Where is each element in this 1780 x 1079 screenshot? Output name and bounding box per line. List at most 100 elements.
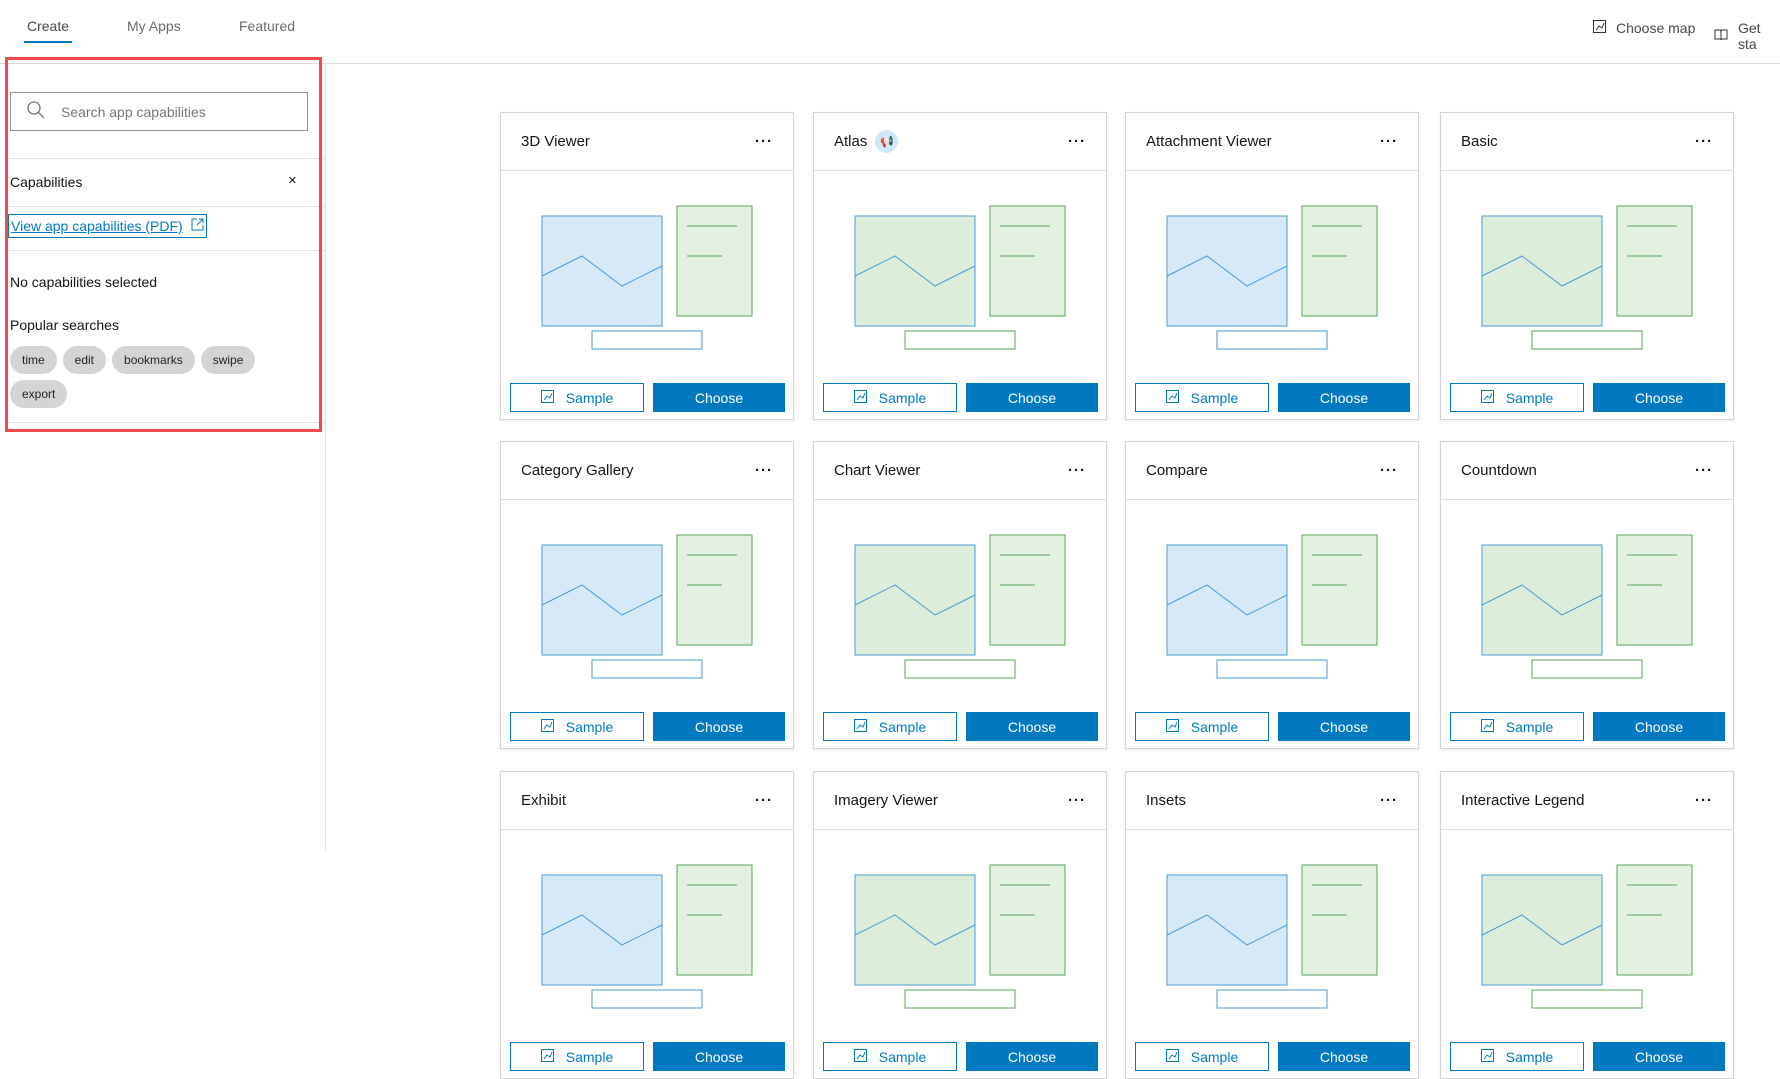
more-options-icon[interactable]: ···	[1695, 133, 1713, 150]
more-options-icon[interactable]: ···	[1380, 792, 1398, 809]
more-options-icon[interactable]: ···	[1380, 133, 1398, 150]
sample-label: Sample	[1190, 1048, 1239, 1065]
card-title: Interactive Legend	[1461, 792, 1585, 809]
choose-button[interactable]: Choose	[1278, 712, 1410, 741]
sample-button[interactable]: Sample	[1450, 383, 1584, 412]
app-card: Basic ··· Sample Choose	[1440, 112, 1734, 420]
more-options-icon[interactable]: ···	[755, 792, 773, 809]
app-illustration	[1441, 171, 1733, 381]
sample-label: Sample	[1190, 389, 1239, 406]
chip-time[interactable]: time	[10, 346, 57, 374]
choose-button[interactable]: Choose	[966, 1042, 1098, 1071]
tab-featured[interactable]: Featured	[239, 18, 295, 34]
more-options-icon[interactable]: ···	[755, 462, 773, 479]
sample-label: Sample	[878, 1048, 927, 1065]
card-title: Insets	[1146, 792, 1187, 809]
app-card: Countdown ··· Sample Choose	[1440, 441, 1734, 749]
app-card: Insets ··· Sample Choose	[1125, 771, 1419, 1079]
card-title: Chart Viewer	[834, 462, 921, 479]
no-capabilities-text: No capabilities selected	[10, 274, 158, 290]
close-icon[interactable]: ×	[288, 172, 297, 189]
choose-button[interactable]: Choose	[1593, 383, 1725, 412]
sample-button[interactable]: Sample	[1450, 712, 1584, 741]
choose-button[interactable]: Choose	[1593, 1042, 1725, 1071]
sample-label: Sample	[1190, 718, 1239, 735]
more-options-icon[interactable]: ···	[1695, 792, 1713, 809]
sample-button[interactable]: Sample	[823, 383, 957, 412]
choose-map-label: Choose map	[1616, 20, 1696, 36]
more-options-icon[interactable]: ···	[1068, 792, 1086, 809]
map-icon	[540, 389, 554, 406]
sample-button[interactable]: Sample	[1135, 712, 1269, 741]
sample-button[interactable]: Sample	[823, 1042, 957, 1071]
choose-button[interactable]: Choose	[1278, 383, 1410, 412]
get-started-button[interactable]: Get sta	[1714, 20, 1780, 52]
more-options-icon[interactable]: ···	[1068, 462, 1086, 479]
sample-button[interactable]: Sample	[1135, 1042, 1269, 1071]
map-icon	[1165, 1048, 1179, 1065]
choose-map-button[interactable]: Choose map	[1593, 20, 1695, 36]
sample-button[interactable]: Sample	[510, 1042, 644, 1071]
app-card: Chart Viewer ··· Sample Choose	[813, 441, 1107, 749]
chip-swipe[interactable]: swipe	[200, 346, 256, 374]
capabilities-search-input[interactable]: Search app capabilities	[10, 92, 308, 131]
chip-bookmarks[interactable]: bookmarks	[112, 346, 195, 374]
app-card: Compare ··· Sample Choose	[1125, 441, 1419, 749]
app-card: Atlas 📢 ··· Sample Choose	[813, 112, 1107, 420]
map-icon	[853, 389, 867, 406]
more-options-icon[interactable]: ···	[1380, 462, 1398, 479]
app-illustration	[501, 500, 793, 710]
app-card: Exhibit ··· Sample Choose	[500, 771, 794, 1079]
card-title: Imagery Viewer	[834, 792, 938, 809]
app-illustration	[501, 171, 793, 381]
card-title: Atlas	[834, 133, 868, 150]
app-illustration	[814, 171, 1106, 381]
sample-label: Sample	[1505, 718, 1554, 735]
top-nav: Create My Apps Featured Choose map Get s…	[0, 0, 1780, 64]
popular-search-chips: time edit bookmarks swipe export	[10, 346, 300, 408]
more-options-icon[interactable]: ···	[1695, 462, 1713, 479]
app-illustration	[1126, 171, 1418, 381]
sample-button[interactable]: Sample	[510, 712, 644, 741]
card-title: 3D Viewer	[521, 133, 590, 150]
choose-button[interactable]: Choose	[966, 712, 1098, 741]
sample-button[interactable]: Sample	[823, 712, 957, 741]
external-link-icon	[191, 218, 204, 234]
divider	[5, 250, 325, 251]
search-icon	[27, 101, 45, 122]
sample-label: Sample	[1505, 1048, 1554, 1065]
sample-label: Sample	[878, 389, 927, 406]
more-options-icon[interactable]: ···	[755, 133, 773, 150]
tab-create[interactable]: Create	[23, 18, 73, 43]
sample-button[interactable]: Sample	[1450, 1042, 1584, 1071]
map-icon	[1480, 389, 1494, 406]
choose-button[interactable]: Choose	[653, 712, 785, 741]
choose-button[interactable]: Choose	[653, 383, 785, 412]
map-icon	[853, 718, 867, 735]
view-capabilities-pdf-link[interactable]: View app capabilities (PDF)	[8, 214, 207, 238]
map-icon	[1165, 718, 1179, 735]
choose-button[interactable]: Choose	[653, 1042, 785, 1071]
sample-button[interactable]: Sample	[1135, 383, 1269, 412]
more-options-icon[interactable]: ···	[1068, 133, 1086, 150]
map-icon	[540, 718, 554, 735]
sample-label: Sample	[1505, 389, 1554, 406]
tab-my-apps[interactable]: My Apps	[127, 18, 181, 34]
capabilities-title: Capabilities	[10, 174, 83, 190]
card-title: Exhibit	[521, 792, 567, 809]
card-title: Compare	[1146, 462, 1208, 479]
app-card: Attachment Viewer ··· Sample Choose	[1125, 112, 1419, 420]
app-illustration	[814, 830, 1106, 1040]
app-card: Category Gallery ··· Sample Choose	[500, 441, 794, 749]
chip-edit[interactable]: edit	[62, 346, 107, 374]
pdf-link-label: View app capabilities (PDF)	[11, 218, 183, 234]
choose-button[interactable]: Choose	[1593, 712, 1725, 741]
sample-button[interactable]: Sample	[510, 383, 644, 412]
choose-button[interactable]: Choose	[966, 383, 1098, 412]
sample-label: Sample	[565, 389, 614, 406]
app-illustration	[1126, 830, 1418, 1040]
map-icon	[853, 1048, 867, 1065]
divider	[5, 158, 325, 159]
chip-export[interactable]: export	[10, 380, 68, 408]
choose-button[interactable]: Choose	[1278, 1042, 1410, 1071]
